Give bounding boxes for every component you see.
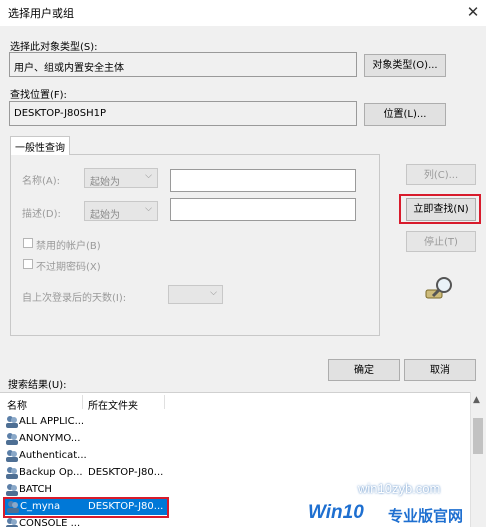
row-folder: DESKTOP-J80... bbox=[88, 467, 164, 478]
close-icon[interactable]: ✕ bbox=[462, 1, 484, 23]
window-title: 选择用户或组 bbox=[8, 7, 74, 20]
watermark-suffix: 专业版官网 bbox=[388, 507, 464, 525]
description-mode-value: 起始为 bbox=[90, 210, 120, 221]
name-mode-select[interactable]: 起始为 ⌵ bbox=[84, 168, 158, 188]
table-row[interactable]: ANONYMO... bbox=[0, 430, 165, 447]
disabled-accounts-label: 禁用的帐户(B) bbox=[36, 241, 101, 252]
column-header-folder[interactable]: 所在文件夹 bbox=[88, 397, 138, 412]
search-results-label: 搜索结果(U): bbox=[8, 380, 67, 391]
location-label: 查找位置(F): bbox=[10, 90, 67, 101]
selected-row-highlight bbox=[3, 497, 169, 518]
user-group-icon bbox=[5, 415, 19, 428]
table-row[interactable]: Authenticat... bbox=[0, 447, 165, 464]
chevron-down-icon: ⌵ bbox=[145, 204, 152, 214]
description-label: 描述(D): bbox=[22, 209, 61, 220]
name-mode-value: 起始为 bbox=[90, 177, 120, 188]
column-header-name[interactable]: 名称 bbox=[7, 397, 27, 412]
days-since-logon-label: 自上次登录后的天数(I): bbox=[22, 293, 127, 304]
user-group-icon bbox=[5, 483, 19, 496]
find-now-button[interactable]: 立即查找(N) bbox=[406, 198, 476, 221]
user-group-icon bbox=[5, 466, 19, 479]
location-field: DESKTOP-J80SH1P bbox=[9, 101, 357, 126]
object-type-field: 用户、组或内置安全主体 bbox=[9, 52, 357, 77]
table-row[interactable]: ALL APPLIC... bbox=[0, 413, 165, 430]
scrollbar-thumb[interactable] bbox=[473, 418, 483, 454]
user-group-icon bbox=[5, 449, 19, 462]
row-name: ALL APPLIC... bbox=[19, 416, 85, 427]
days-since-logon-select[interactable]: ⌵ bbox=[168, 285, 223, 304]
locations-button[interactable]: 位置(L)... bbox=[364, 103, 446, 126]
disabled-accounts-checkbox[interactable] bbox=[23, 238, 33, 248]
columns-button[interactable]: 列(C)... bbox=[406, 164, 476, 185]
chevron-down-icon: ⌵ bbox=[210, 288, 217, 298]
non-expiring-password-label: 不过期密码(X) bbox=[36, 262, 101, 273]
cancel-button[interactable]: 取消 bbox=[404, 359, 476, 381]
ok-button[interactable]: 确定 bbox=[328, 359, 400, 381]
scroll-up-icon[interactable]: ▲ bbox=[473, 395, 480, 405]
name-label: 名称(A): bbox=[22, 176, 61, 187]
column-divider bbox=[164, 395, 165, 409]
table-row[interactable]: BATCH bbox=[0, 481, 165, 498]
user-group-icon bbox=[5, 517, 19, 527]
table-row[interactable]: Backup Op... DESKTOP-J80... bbox=[0, 464, 165, 481]
column-divider bbox=[82, 395, 83, 409]
tab-common-queries[interactable]: 一般性查询 bbox=[10, 136, 70, 155]
row-name: BATCH bbox=[19, 484, 52, 495]
watermark-brand: Win10 bbox=[308, 502, 364, 523]
row-name: Authenticat... bbox=[19, 450, 87, 461]
object-type-label: 选择此对象类型(S): bbox=[10, 42, 98, 53]
chevron-down-icon: ⌵ bbox=[145, 171, 152, 181]
stop-button[interactable]: 停止(T) bbox=[406, 231, 476, 252]
description-mode-select[interactable]: 起始为 ⌵ bbox=[84, 201, 158, 221]
watermark-url: win10zyb.com bbox=[358, 481, 441, 496]
row-name: ANONYMO... bbox=[19, 433, 81, 444]
non-expiring-password-checkbox[interactable] bbox=[23, 259, 33, 269]
user-group-icon bbox=[5, 432, 19, 445]
watermark: win10zyb.com Win10 专业版官网 bbox=[298, 478, 486, 527]
name-input[interactable] bbox=[170, 169, 356, 192]
object-types-button[interactable]: 对象类型(O)... bbox=[364, 54, 446, 77]
description-input[interactable] bbox=[170, 198, 356, 221]
search-icon bbox=[424, 274, 456, 302]
row-name: Backup Op... bbox=[19, 467, 83, 478]
